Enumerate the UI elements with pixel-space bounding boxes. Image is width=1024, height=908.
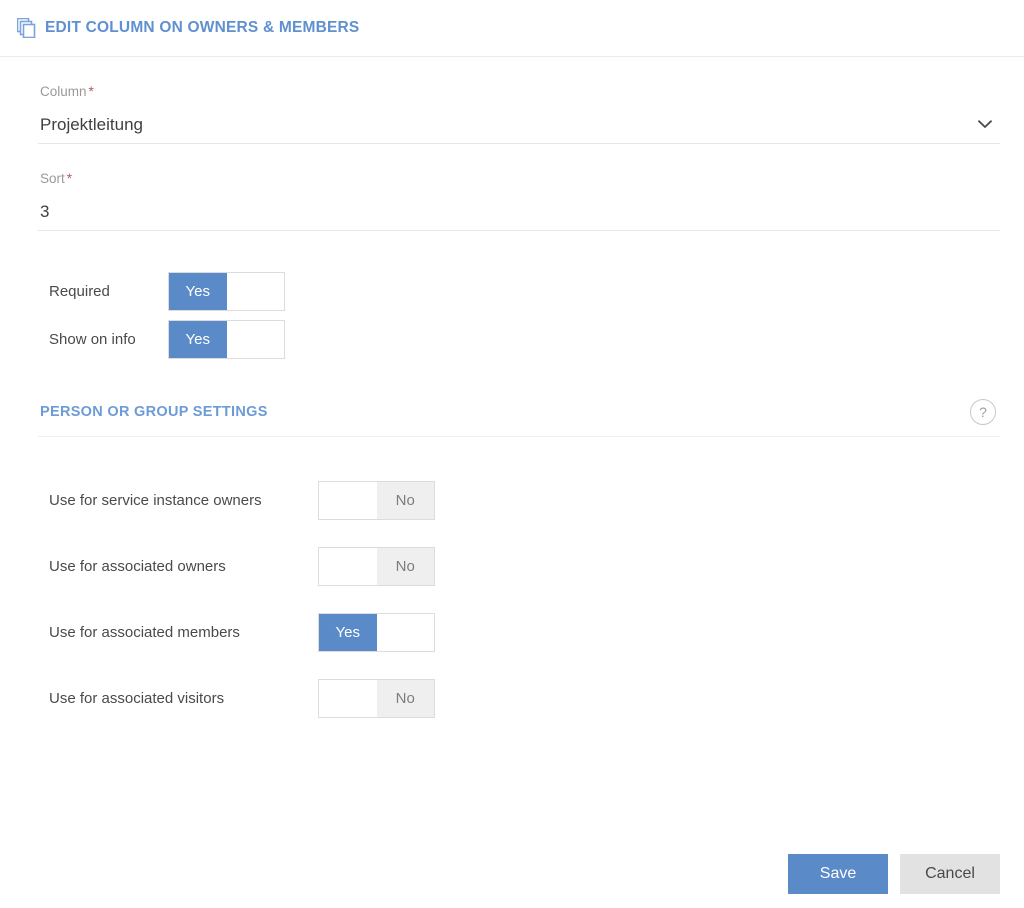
question-mark-icon[interactable]: ? <box>970 399 996 425</box>
toggle-use-for-associated-members-yes[interactable]: Yes <box>319 613 377 651</box>
toggle-use-for-associated-members-no[interactable] <box>376 613 434 651</box>
field-column-label-text: Column <box>40 84 87 99</box>
section-header: PERSON OR GROUP SETTINGS ? <box>38 399 1000 437</box>
toggle-use-for-service-instance-owners-no[interactable]: No <box>376 481 434 519</box>
toggle-label-use-for-associated-members: Use for associated members <box>49 623 240 641</box>
basic-toggle-group: Required Yes Show on info Yes <box>38 267 1000 363</box>
toggle-use-for-associated-owners-no[interactable]: No <box>376 547 434 585</box>
toggle-label-use-for-associated-owners: Use for associated owners <box>49 557 226 575</box>
required-marker: * <box>66 171 73 186</box>
toggle-label-required: Required <box>49 282 110 300</box>
chevron-down-icon[interactable] <box>977 117 993 133</box>
toggle-use-for-service-instance-owners-yes[interactable] <box>319 481 377 519</box>
toggle-use-for-associated-visitors-no[interactable]: No <box>376 679 434 717</box>
field-column: Column * Projektleitung <box>38 57 1000 144</box>
field-sort-control[interactable]: 3 <box>38 193 1000 231</box>
toggle-row-use-for-associated-owners: Use for associated owners No <box>38 533 1000 599</box>
sort-input-value[interactable]: 3 <box>38 201 1000 223</box>
copy-stack-icon <box>17 18 36 38</box>
toggle-show-on-info[interactable]: Yes <box>168 319 285 359</box>
field-column-label: Column * <box>38 83 1000 101</box>
toggle-use-for-associated-owners-yes[interactable] <box>319 547 377 585</box>
field-sort-label: Sort * <box>38 170 1000 188</box>
page-title: EDIT COLUMN ON OWNERS & MEMBERS <box>45 19 360 36</box>
toggle-row-use-for-associated-members: Use for associated members Yes <box>38 599 1000 665</box>
field-sort: Sort * 3 <box>38 144 1000 231</box>
toggle-show-on-info-no[interactable] <box>226 320 284 358</box>
toggle-label-show-on-info: Show on info <box>49 330 136 348</box>
field-column-control[interactable]: Projektleitung <box>38 106 1000 144</box>
cancel-button[interactable]: Cancel <box>900 854 1000 894</box>
column-select-value: Projektleitung <box>40 114 144 134</box>
person-group-toggle-group: Use for service instance owners No Use f… <box>38 467 1000 731</box>
toggle-required[interactable]: Yes <box>168 271 285 311</box>
section-title: PERSON OR GROUP SETTINGS <box>40 404 268 420</box>
toggle-required-no[interactable] <box>226 272 284 310</box>
person-or-group-settings-section: PERSON OR GROUP SETTINGS ? Use for servi… <box>38 399 1000 731</box>
required-marker: * <box>88 84 94 99</box>
toggle-use-for-service-instance-owners[interactable]: No <box>318 480 435 520</box>
toggle-row-required: Required Yes <box>38 267 1000 315</box>
save-button[interactable]: Save <box>788 854 888 894</box>
toggle-label-use-for-service-instance-owners: Use for service instance owners <box>49 491 262 509</box>
toggle-row-use-for-service-instance-owners: Use for service instance owners No <box>38 467 1000 533</box>
toggle-label-use-for-associated-visitors: Use for associated visitors <box>49 689 225 707</box>
toggle-required-yes[interactable]: Yes <box>169 272 227 310</box>
panel-footer: Save Cancel <box>0 840 1024 908</box>
toggle-row-use-for-associated-visitors: Use for associated visitors No <box>38 665 1000 731</box>
field-sort-label-text: Sort <box>40 171 65 186</box>
toggle-show-on-info-yes[interactable]: Yes <box>169 320 227 358</box>
toggle-use-for-associated-owners[interactable]: No <box>318 546 435 586</box>
toggle-use-for-associated-members[interactable]: Yes <box>318 612 435 652</box>
toggle-use-for-associated-visitors-yes[interactable] <box>319 679 377 717</box>
toggle-row-show-on-info: Show on info Yes <box>38 315 1000 363</box>
panel-header: EDIT COLUMN ON OWNERS & MEMBERS <box>0 0 1024 57</box>
toggle-use-for-associated-visitors[interactable]: No <box>318 678 435 718</box>
panel-body: Column * Projektleitung Sort * 3 Required … <box>0 57 1024 731</box>
